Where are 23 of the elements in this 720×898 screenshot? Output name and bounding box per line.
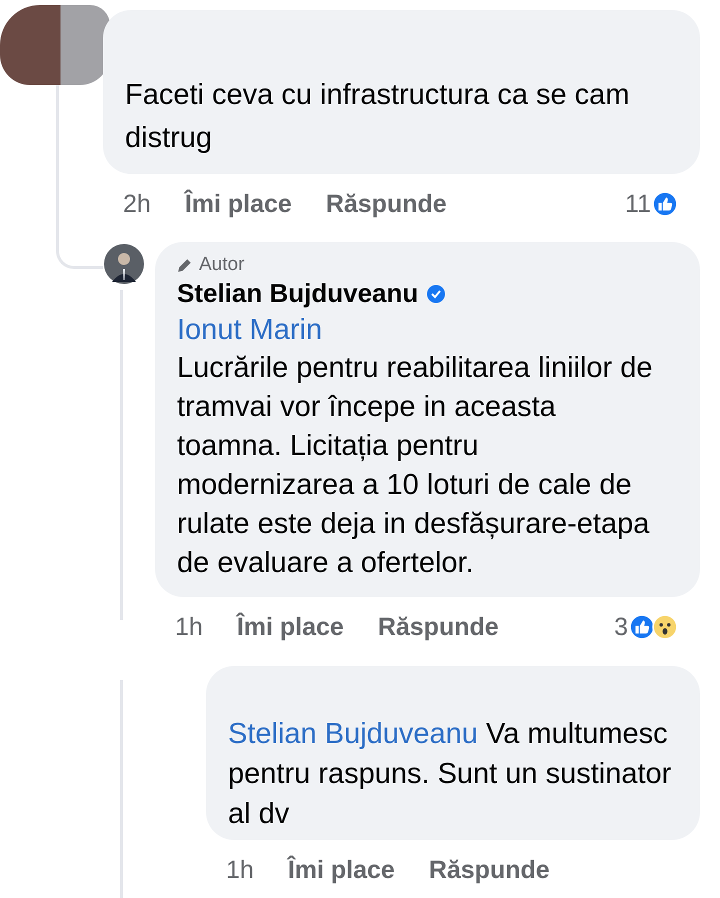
like-reaction-icon [629, 614, 655, 640]
comment-text: Stelian Bujduveanu Va multumesc pentru raspuns. Sunt un sustinator al dv [228, 717, 672, 832]
author-name[interactable]: Stelian Bujduveanu [177, 278, 418, 309]
comment-text: Lucrările pentru reabilitarea liniilor de tramvai vor începe in aceasta toamna. Licitația pentru modernizarea a 10 loturi de cale de rulate este deja in desfășurare-etapa de evaluare a ofertelor. [177, 351, 654, 581]
like-link[interactable]: Îmi place [184, 190, 292, 218]
timestamp: 1h [226, 856, 254, 884]
comment-text: Faceti ceva cu infrastructura ca se cam distrug [125, 78, 630, 156]
reply-link[interactable]: Răspunde [428, 856, 550, 884]
reaction-count: 11 [625, 190, 651, 218]
avatar[interactable] [104, 244, 144, 284]
timestamp: 2h [123, 190, 151, 218]
reaction-count: 3 [614, 612, 628, 642]
reply-link[interactable]: Răspunde [378, 612, 499, 642]
mention-link[interactable]: Stelian Bujduveanu [228, 718, 478, 750]
mention-link[interactable]: Ionut Marin [177, 311, 654, 349]
wow-reaction-icon [652, 614, 678, 640]
like-reaction-icon [652, 191, 678, 217]
like-link[interactable]: Îmi place [236, 612, 344, 642]
timestamp: 1h [175, 612, 203, 642]
like-link[interactable]: Îmi place [288, 856, 395, 884]
reply-link[interactable]: Răspunde [326, 190, 447, 218]
author-label: Autor [199, 254, 244, 276]
pencil-icon [177, 257, 193, 273]
